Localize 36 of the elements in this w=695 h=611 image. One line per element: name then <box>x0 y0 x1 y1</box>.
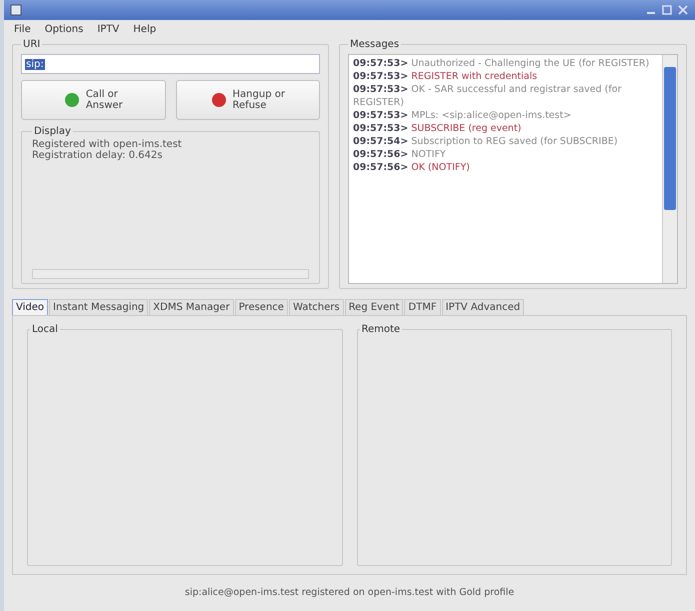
log-message: 09:57:56> NOTIFY <box>353 148 447 161</box>
menu-item[interactable]: IPTV <box>97 24 120 35</box>
close-icon[interactable] <box>677 4 689 16</box>
log-message: 09:57:53> REGISTER with credentials <box>353 70 538 83</box>
group-title: Messages <box>349 39 400 50</box>
log-message: 09:57:53> Unauthorized - Challenging the UE (for REGISTER) <box>353 57 650 70</box>
hangup-button[interactable]: Hangup or Refuse <box>176 80 320 120</box>
menu-item[interactable]: Options <box>44 24 84 35</box>
scrollbar[interactable] <box>32 269 309 279</box>
log-message: 09:57:56> OK (NOTIFY) <box>353 161 471 174</box>
scrollbar[interactable] <box>662 55 677 283</box>
tab[interactable]: XDMS Manager <box>149 299 234 315</box>
tab[interactable]: Watchers <box>288 299 344 315</box>
tab[interactable]: Instant Messaging <box>49 299 148 315</box>
group-title: Local <box>31 324 59 335</box>
group-title: URI <box>22 39 42 50</box>
menu-item[interactable]: Help <box>133 24 156 35</box>
maximize-icon[interactable] <box>661 4 673 16</box>
log-message: 09:57:53> MPLs: <sip:alice@open-ims.test> <box>353 109 572 122</box>
group-title: Display <box>33 126 72 137</box>
log-message: 09:57:53> SUBSCRIBE (reg event) <box>353 122 522 135</box>
display-text: Registered with open-ims.test <box>32 139 183 150</box>
call-button[interactable]: Call or Answer <box>21 80 166 120</box>
log-message: 09:57:53> OK - SAR successful and registrar saved (for REGISTER) <box>353 83 622 109</box>
log-message: 09:57:54> Subscription to REG saved (for SUBSCRIBE) <box>353 135 619 148</box>
tab[interactable]: DTMF <box>404 299 441 315</box>
tab[interactable]: Video <box>12 299 48 315</box>
menu-item[interactable]: File <box>14 24 31 35</box>
status-text: sip:alice@open-ims.test registered on open-ims.test with Gold profile <box>184 586 516 598</box>
tab[interactable]: Presence <box>234 299 288 315</box>
app-icon <box>10 4 22 16</box>
tab[interactable]: IPTV Advanced <box>442 299 524 315</box>
group-title: Remote <box>360 324 402 335</box>
tab[interactable]: Reg Event <box>344 299 404 315</box>
display-text: Registration delay: 0.642s <box>32 150 162 161</box>
uri-field[interactable]: sip: <box>21 54 320 74</box>
